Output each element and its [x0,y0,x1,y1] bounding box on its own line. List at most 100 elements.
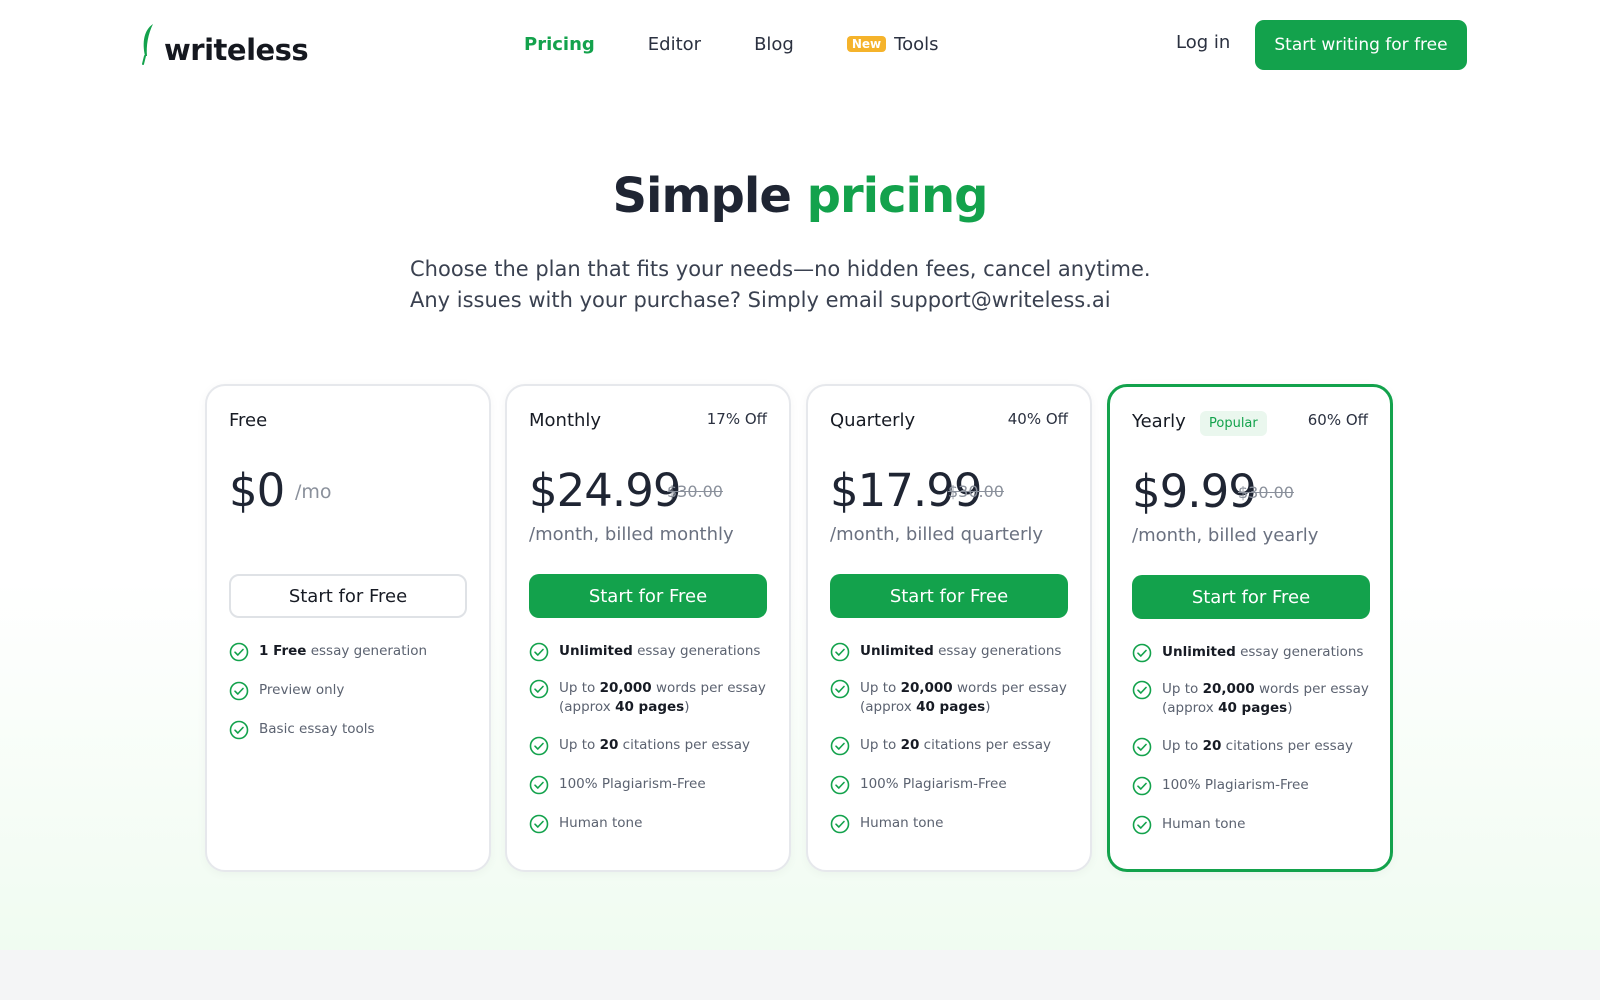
logo[interactable]: writeless [140,22,309,67]
feature-item: 1 Free essay generation [229,642,479,662]
feature-text: words per essay [651,680,766,696]
plan-card-yearly: Yearly Popular 60% Off $9.99 $30.00 /mon… [1107,384,1393,872]
check-circle-icon [529,679,549,699]
check-circle-icon [830,814,850,834]
feature-item: 100% Plagiarism-Free [529,775,779,795]
old-price: $30.00 [948,482,1004,501]
feature-text: words per essay [1254,681,1369,697]
feature-text: Up to [559,737,600,753]
feature-item: Preview only [229,681,479,701]
subtitle-line-2: Any issues with your purchase? Simply em… [410,288,1111,312]
feature-text: citations per essay [618,737,750,753]
check-circle-icon [1132,815,1152,835]
feature-item: 100% Plagiarism-Free [1132,776,1382,796]
feature-text: Preview only [259,682,345,698]
check-circle-icon [529,736,549,756]
feature-strong: 20 [900,737,920,753]
feature-text: ) [1287,700,1293,716]
feature-strong: 20,000 [900,680,953,696]
feather-icon [142,24,153,65]
check-circle-icon [1132,643,1152,663]
check-circle-icon [229,681,249,701]
feature-text: citations per essay [919,737,1051,753]
check-circle-icon [529,775,549,795]
subtitle-line-1: Choose the plan that fits your needs—no … [410,257,1151,281]
feature-strong: 40 pages [1218,700,1288,716]
plan-name: Yearly [1132,411,1186,432]
feature-item: Up to 20 citations per essay [529,736,779,756]
feature-text: Basic essay tools [259,721,375,737]
feature-text: Up to [559,680,600,696]
feature-strong: Unlimited [860,643,934,659]
feature-text: 100% Plagiarism-Free [860,776,1007,792]
nav-link-pricing[interactable]: Pricing [524,34,595,55]
plan-name: Monthly [529,410,602,431]
nav-link-editor[interactable]: Editor [648,34,701,55]
feature-item: Human tone [830,814,1080,834]
billing-period: /month, billed monthly [529,524,734,545]
feature-item: Up to 20,000 words per essay (approx 40 p… [1132,680,1382,718]
nav-link-tools-label: Tools [894,33,939,55]
feature-strong: 40 pages [916,699,986,715]
page-subtitle: Choose the plan that fits your needs—no … [410,254,1190,316]
discount-label: 40% Off [1007,410,1068,428]
feature-strong: 40 pages [615,699,685,715]
popular-badge: Popular [1200,411,1267,436]
check-circle-icon [830,775,850,795]
plan-name: Quarterly [830,410,916,431]
feature-item: Up to 20,000 words per essay (approx 40 p… [830,679,1080,717]
feature-text: (approx [860,699,917,715]
nav-link-blog[interactable]: Blog [754,34,794,55]
start-free-button-free[interactable]: Start for Free [229,574,467,618]
check-circle-icon [1132,776,1152,796]
start-free-button-monthly[interactable]: Start for Free [529,574,767,618]
feature-text: ) [985,699,991,715]
feature-text: essay generations [1235,644,1364,660]
feature-item: Human tone [529,814,779,834]
feature-text: words per essay [952,680,1067,696]
feature-text: citations per essay [1221,738,1353,754]
feature-text: Up to [860,680,901,696]
logo-text: writeless [164,33,309,67]
check-circle-icon [529,642,549,662]
billing-period: /month, billed yearly [1132,525,1319,546]
feature-item: Unlimited essay generations [830,642,1080,662]
old-price: $30.00 [1238,483,1294,502]
nav-link-tools[interactable]: New Tools [846,33,939,55]
top-nav: writeless Pricing Editor Blog New Tools L… [0,0,1600,90]
feature-strong: 20,000 [1202,681,1255,697]
feature-text: Up to [860,737,901,753]
start-free-button-yearly[interactable]: Start for Free [1132,575,1370,619]
feature-text: 100% Plagiarism-Free [1162,777,1309,793]
nav-links: Pricing Editor Blog New Tools [524,30,991,58]
feature-text: Up to [1162,738,1203,754]
feature-text: essay generations [933,643,1062,659]
footer-band [0,950,1600,1000]
plan-name: Free [229,410,268,431]
start-free-button-quarterly[interactable]: Start for Free [830,574,1068,618]
start-writing-button[interactable]: Start writing for free [1255,20,1467,70]
page-title-b: pricing [806,168,989,224]
feature-text: essay generation [306,643,428,659]
new-badge: New [846,35,887,52]
feature-text: 100% Plagiarism-Free [559,776,706,792]
old-price: $30.00 [667,482,723,501]
feature-text: Human tone [559,815,643,831]
plan-card-quarterly: Quarterly 40% Off $17.99 $30.00 /month, … [806,384,1092,872]
feature-text: ) [684,699,690,715]
check-circle-icon [830,679,850,699]
plan-price: $0 [229,464,285,517]
check-circle-icon [830,736,850,756]
billing-period: /month, billed quarterly [830,524,1044,545]
page-title: Simple pricing [0,168,1600,224]
check-circle-icon [1132,680,1152,700]
discount-label: 17% Off [706,410,767,428]
check-circle-icon [229,642,249,662]
login-link[interactable]: Log in [1176,32,1230,53]
feature-item: Up to 20 citations per essay [1132,737,1382,757]
check-circle-icon [1132,737,1152,757]
feature-strong: Unlimited [559,643,633,659]
feature-strong: 20 [599,737,619,753]
feature-strong: 1 Free [259,643,307,659]
plan-price: $24.99 [529,464,681,517]
